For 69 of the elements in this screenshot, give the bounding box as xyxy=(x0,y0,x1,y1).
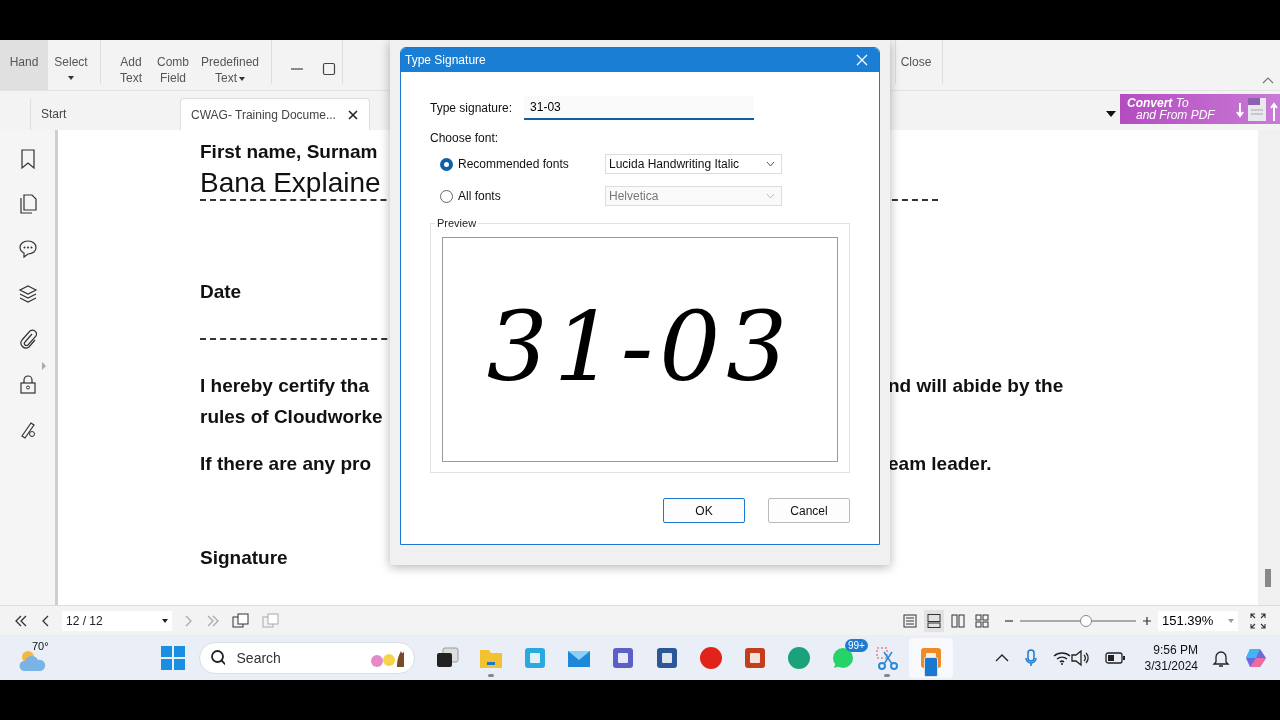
field-label: Signature xyxy=(200,546,288,570)
caret-icon xyxy=(68,76,74,80)
paragraph-text: I hereby certify tha xyxy=(200,374,369,398)
toolbar-button[interactable]: Add Text xyxy=(111,40,151,90)
caret-icon[interactable] xyxy=(162,618,168,623)
zoom-in-icon[interactable] xyxy=(1142,615,1152,626)
page-number-field[interactable]: 12 / 12 xyxy=(62,610,172,631)
field-label: Date xyxy=(200,280,242,304)
rotate-page-icon[interactable] xyxy=(232,612,250,629)
chevron-down-icon xyxy=(766,193,775,199)
dialog-title: Type Signature xyxy=(405,53,486,67)
pages-icon[interactable] xyxy=(18,194,37,214)
taskbar-app-button[interactable]: 99+ xyxy=(821,637,865,678)
comment-icon[interactable] xyxy=(17,239,38,259)
chevron-up-icon[interactable] xyxy=(994,652,1009,663)
temperature-text: 70° xyxy=(32,639,49,652)
paragraph-text: rules of Cloudworke xyxy=(200,405,383,429)
close-document-button[interactable]: Close xyxy=(896,40,936,90)
slider-thumb[interactable] xyxy=(1080,614,1093,627)
task-view-icon xyxy=(434,645,460,670)
toolbar-button[interactable]: Select xyxy=(48,40,94,90)
speaker-icon[interactable] xyxy=(1070,649,1089,666)
lock-icon[interactable] xyxy=(18,374,37,394)
layers-icon[interactable] xyxy=(17,284,38,304)
field-label: First name, Surnam xyxy=(200,140,378,164)
app-tile-icon xyxy=(522,645,548,670)
signature-input[interactable]: 31-03 xyxy=(524,96,755,120)
zoom-field[interactable]: 151.39% xyxy=(1158,610,1238,631)
close-icon[interactable] xyxy=(347,109,358,120)
toolbar-button[interactable]: Comb Field xyxy=(151,40,195,90)
document-tab[interactable]: CWAG- Training Docume... xyxy=(180,98,370,130)
view-mode-button[interactable] xyxy=(924,609,944,632)
chevron-down-icon xyxy=(766,161,775,167)
search-field[interactable]: Search xyxy=(234,648,359,667)
cancel-button[interactable]: Cancel xyxy=(768,498,850,523)
previous-page-icon[interactable] xyxy=(40,614,50,627)
search-box[interactable]: Search xyxy=(199,641,415,674)
promo-banner[interactable]: Convert To and From PDF xyxy=(1120,94,1280,124)
bookmark-icon[interactable] xyxy=(19,149,36,169)
notification-badge: 99+ xyxy=(845,638,868,652)
toolbar-button[interactable]: Hand xyxy=(0,40,48,90)
microphone-icon[interactable] xyxy=(1024,648,1037,667)
scissors-icon xyxy=(874,645,900,670)
clock[interactable]: 9:56 PM 3/31/2024 xyxy=(1144,641,1198,674)
caret-icon xyxy=(239,76,245,81)
search-icon xyxy=(210,648,225,667)
radio-label[interactable]: Recommended fonts xyxy=(458,157,569,171)
ok-button[interactable]: OK xyxy=(663,498,745,523)
paragraph-text: If there are any pro xyxy=(200,452,372,476)
wifi-icon[interactable] xyxy=(1052,650,1071,665)
field-label: Type signature: xyxy=(430,101,513,115)
field-label: Choose font: xyxy=(430,131,500,145)
group-label: Preview xyxy=(435,217,479,229)
maximize-icon[interactable] xyxy=(322,62,336,76)
name-value: Bana Explaine xyxy=(200,167,381,199)
round-app-icon xyxy=(698,645,724,670)
bell-icon[interactable] xyxy=(1212,648,1230,667)
windows-start-icon[interactable] xyxy=(161,645,185,670)
radio-button[interactable] xyxy=(440,157,453,171)
paperclip-icon[interactable] xyxy=(18,329,37,349)
font-dropdown[interactable]: Lucida Handwriting Italic xyxy=(605,154,782,174)
fullscreen-icon[interactable] xyxy=(1250,612,1266,629)
paragraph-text: eam leader. xyxy=(888,452,992,476)
toolbar-button[interactable]: Predefined Text xyxy=(195,40,265,90)
first-page-icon[interactable] xyxy=(14,614,28,627)
signature-preview: 31-03 xyxy=(486,298,794,395)
file-convert-icon xyxy=(1234,95,1280,123)
battery-icon[interactable] xyxy=(1104,651,1125,664)
scrollbar[interactable] xyxy=(1258,130,1280,605)
